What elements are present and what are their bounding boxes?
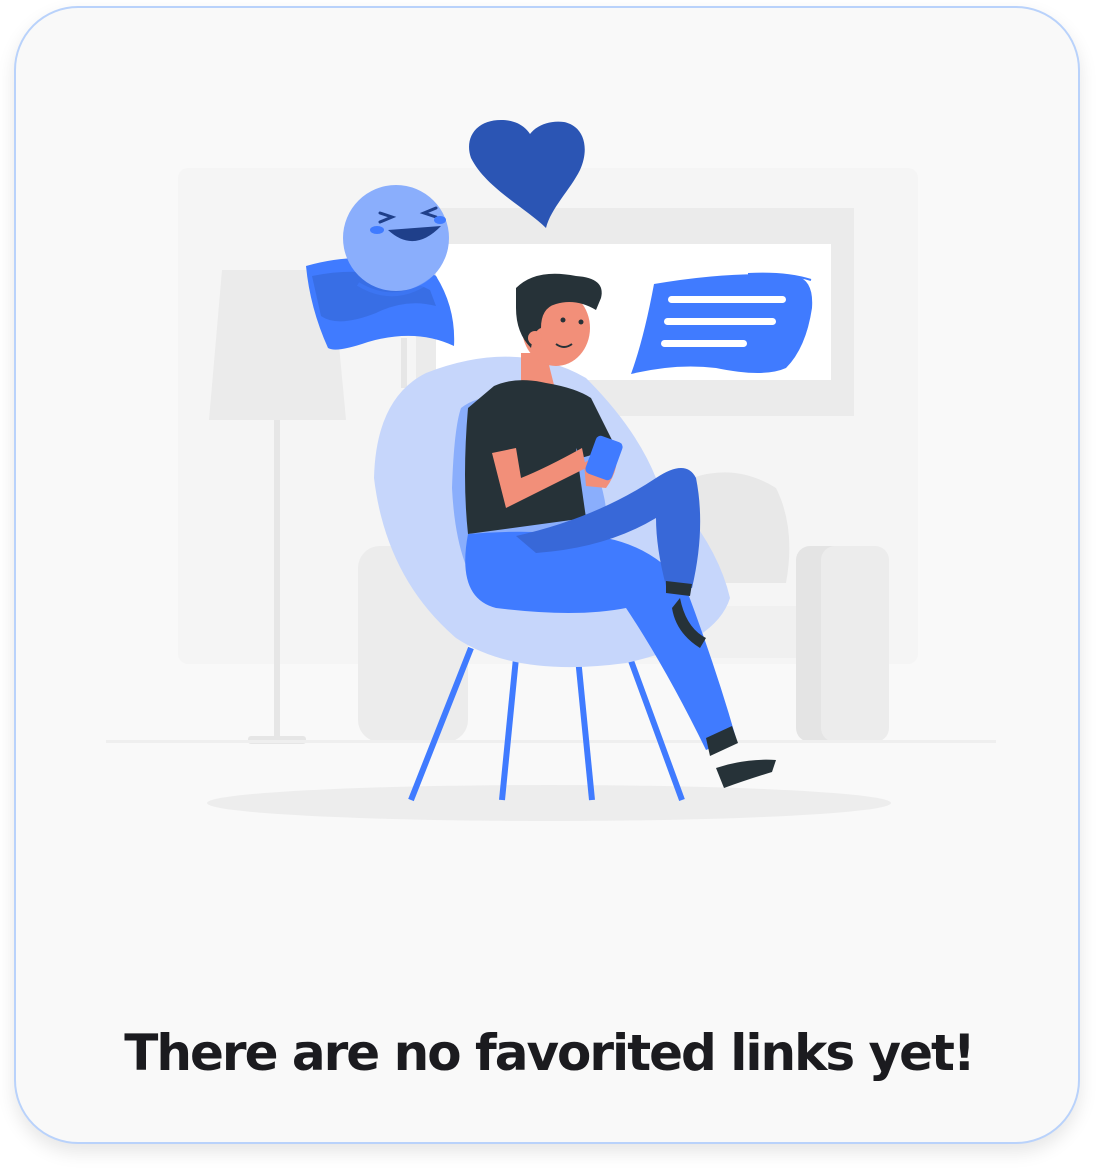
empty-state-card: There are no favorited links yet! [14, 6, 1080, 1144]
empty-favorites-illustration [106, 120, 996, 821]
chat-bubble-icon [631, 272, 813, 374]
empty-state-message: There are no favorited links yet! [124, 1024, 975, 1082]
